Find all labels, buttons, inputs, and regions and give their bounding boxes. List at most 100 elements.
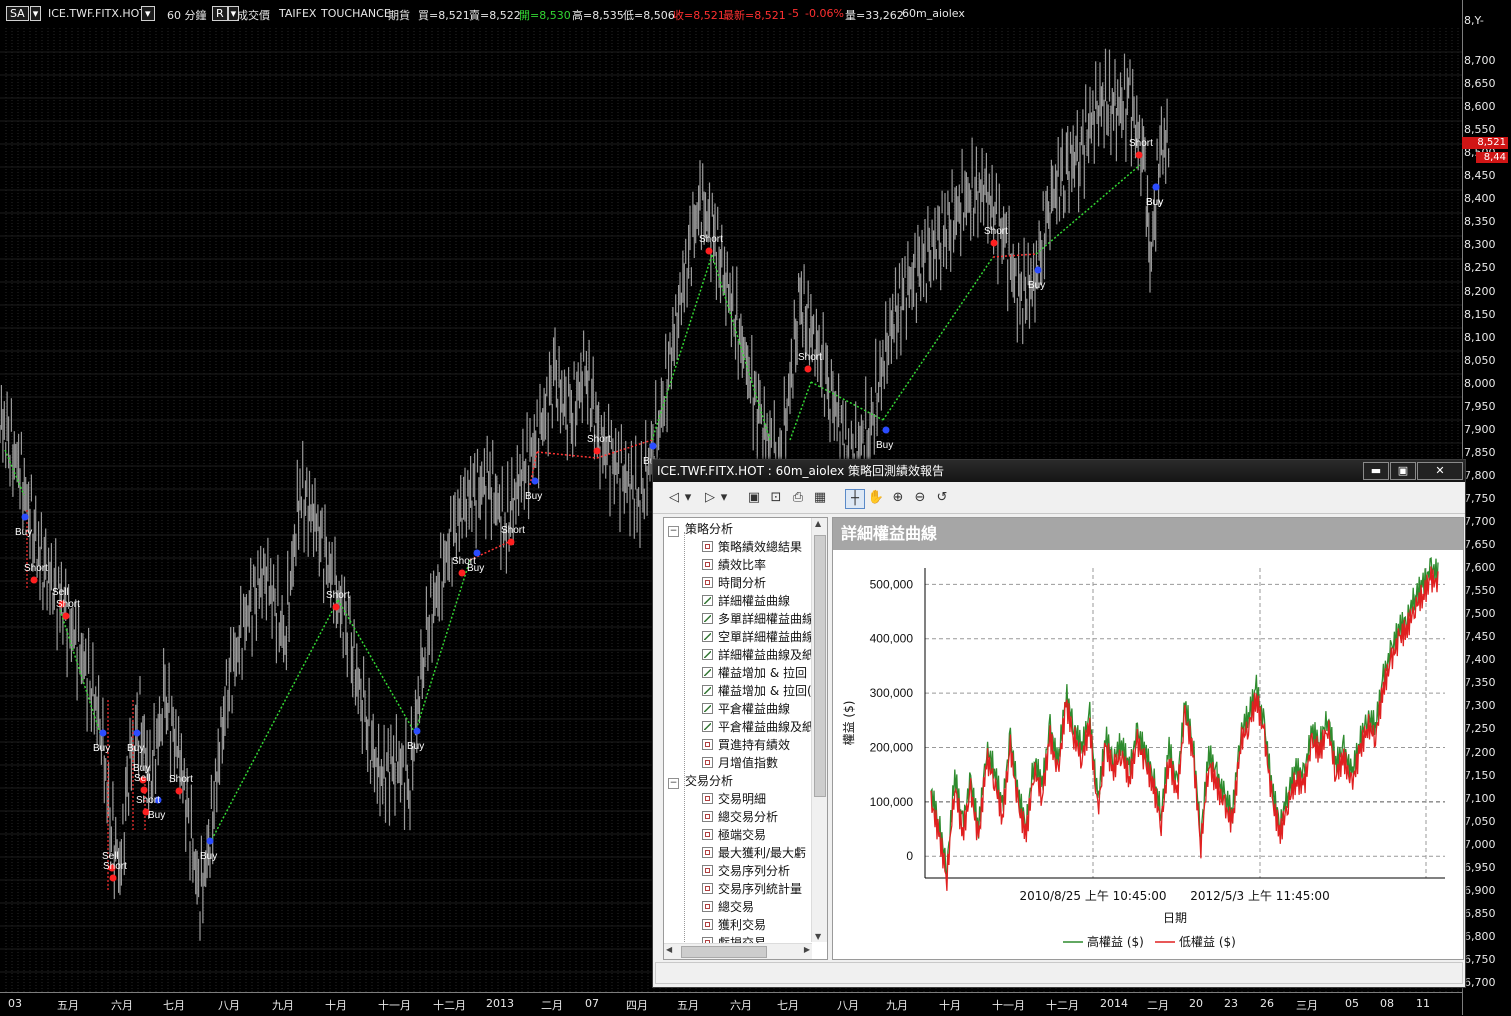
- signal-marker: [649, 442, 657, 450]
- x-tick-label: 七月: [163, 999, 185, 1012]
- y-tick-label: 8,300: [1464, 238, 1496, 252]
- symbol-select[interactable]: SA ▾: [6, 6, 42, 21]
- chevron-down-icon[interactable]: ▾: [719, 489, 729, 507]
- scroll-right-icon[interactable]: ▶: [804, 945, 810, 954]
- x-tick-label: 五月: [677, 999, 699, 1012]
- tree-item-label: 多單詳細權益曲線: [718, 612, 815, 626]
- scroll-left-icon[interactable]: ◀: [666, 945, 672, 954]
- minimize-button[interactable]: ▬: [1363, 462, 1389, 480]
- tree-item[interactable]: 獲利交易: [702, 916, 766, 933]
- tree-group-trades[interactable]: − 交易分析: [668, 772, 733, 789]
- crosshair-icon[interactable]: ┼: [845, 489, 865, 509]
- chart-icon: [702, 595, 713, 606]
- tree-item[interactable]: 詳細權益曲線及紙: [702, 646, 814, 663]
- preview-icon[interactable]: ⊡: [767, 489, 785, 507]
- scroll-up-icon[interactable]: ▲: [815, 519, 821, 528]
- chart-icon: [702, 631, 713, 642]
- save-icon[interactable]: ▣: [745, 489, 763, 507]
- close-button[interactable]: ✕: [1417, 462, 1463, 480]
- table-icon: [702, 793, 713, 804]
- report-tree[interactable]: − 策略分析 策略績效總結果 績效比率 時間分析 詳細權益曲線多單詳細權益曲線空單詳細權益…: [663, 517, 828, 960]
- y-tick-label: 200,000: [870, 740, 914, 754]
- tree-item[interactable]: 策略績效總結果: [702, 538, 802, 555]
- tree-item[interactable]: 權益增加 & 拉回(: [702, 682, 812, 699]
- tree-item[interactable]: 極端交易: [702, 826, 766, 843]
- tree-item[interactable]: 時間分析: [702, 574, 766, 591]
- signal-marker: [531, 477, 539, 485]
- table-icon: [702, 829, 713, 840]
- signal-label-short: Short: [24, 563, 48, 574]
- signal-marker: [458, 569, 466, 577]
- symbol-dropdown[interactable]: ▾: [141, 6, 155, 21]
- y-tick-label: 400,000: [870, 632, 914, 646]
- forward-icon[interactable]: ▷: [701, 489, 719, 507]
- signal-label-buy: Buy: [467, 563, 485, 574]
- y-tick-label: 7,100: [1464, 791, 1496, 805]
- table-icon: [702, 865, 713, 876]
- tree-item[interactable]: 空單詳細權益曲線: [702, 628, 814, 645]
- tree-item[interactable]: 買進持有績效: [702, 736, 790, 753]
- y-tick-label: 8,450: [1464, 169, 1496, 183]
- table-icon: [702, 541, 713, 552]
- tree-item[interactable]: 詳細權益曲線: [702, 592, 790, 609]
- scroll-thumb[interactable]: [814, 535, 826, 797]
- tree-item[interactable]: 權益增加 & 拉回: [702, 664, 807, 681]
- scroll-down-icon[interactable]: ▼: [815, 932, 821, 941]
- tree-item[interactable]: 績效比率: [702, 556, 766, 573]
- y-tick-label: 6,900: [1464, 883, 1496, 897]
- tree-item[interactable]: 多單詳細權益曲線: [702, 610, 814, 627]
- tree-item[interactable]: 平倉權益曲線及紙: [702, 718, 814, 735]
- table-icon: [702, 811, 713, 822]
- ask-value: 賣=8,522: [469, 9, 521, 22]
- chevron-down-icon[interactable]: ▾: [141, 6, 155, 21]
- tree-vertical-scrollbar[interactable]: ▲ ▼: [811, 518, 827, 942]
- signal-label-short: Short: [798, 352, 822, 363]
- tree-item[interactable]: 月增值指數: [702, 754, 778, 771]
- scroll-thumb[interactable]: [681, 946, 767, 958]
- signal-label-sell: Sell: [134, 773, 151, 784]
- tree-item[interactable]: 交易序列統計量: [702, 880, 802, 897]
- backtest-report-window[interactable]: ICE.TWF.FITX.HOT : 60m_aiolex 策略回測績效報告 ▬…: [652, 459, 1466, 988]
- collapse-icon[interactable]: −: [668, 526, 679, 537]
- tree-item[interactable]: 最大獲利/最大虧: [702, 844, 806, 861]
- tree-item[interactable]: 交易明細: [702, 790, 766, 807]
- back-icon[interactable]: ◁: [665, 489, 683, 507]
- print-icon[interactable]: ⎙: [789, 489, 807, 507]
- last-price-tag: 8,521: [1462, 137, 1508, 149]
- tree-item[interactable]: 總交易: [702, 898, 754, 915]
- reset-zoom-icon[interactable]: ↺: [933, 489, 951, 507]
- maximize-button[interactable]: ▣: [1390, 462, 1416, 480]
- x-tick-label: 05: [1345, 997, 1359, 1010]
- y-tick-label: 7,000: [1464, 837, 1496, 851]
- table-icon: [702, 847, 713, 858]
- x-tick-label: 2013: [486, 997, 514, 1010]
- period-label[interactable]: 60 分鐘: [167, 7, 207, 23]
- collapse-icon[interactable]: −: [668, 778, 679, 789]
- y-tick-label: 6,750: [1464, 952, 1496, 966]
- y-tick-label: 8,150: [1464, 307, 1496, 321]
- signal-marker: [206, 837, 214, 845]
- signal-marker: [175, 787, 183, 795]
- chevron-down-icon[interactable]: ▾: [683, 489, 693, 507]
- tree-item[interactable]: 交易序列分析: [702, 862, 790, 879]
- zoom-in-icon[interactable]: ⊕: [889, 489, 907, 507]
- hand-icon[interactable]: ✋: [867, 489, 885, 507]
- signal-label-short: Short: [501, 525, 525, 536]
- y-tick-label: 8,350: [1464, 215, 1496, 229]
- x-tick-label: 九月: [272, 999, 294, 1012]
- window-titlebar[interactable]: ICE.TWF.FITX.HOT : 60m_aiolex 策略回測績效報告 ▬…: [653, 460, 1465, 482]
- zoom-out-icon[interactable]: ⊖: [911, 489, 929, 507]
- x-tick-label: 十二月: [1046, 999, 1079, 1012]
- table-icon: [702, 757, 713, 768]
- tree-item[interactable]: 總交易分析: [702, 808, 778, 825]
- x-tick-label: 六月: [730, 999, 752, 1012]
- equity-chart[interactable]: 500,000 400,000 300,000 200,000 100,000 0 權益 (…: [833, 550, 1461, 957]
- equity-chart-pane[interactable]: 詳細權益曲線 500,000 400,000 300,000 200,000 100,0…: [832, 517, 1464, 960]
- chevron-down-icon[interactable]: ▾: [29, 6, 42, 21]
- r-button[interactable]: R ▾: [212, 6, 240, 21]
- tree-horizontal-scrollbar[interactable]: ◀ ▶: [664, 943, 812, 959]
- table-icon[interactable]: ▦: [811, 489, 829, 507]
- tree-item[interactable]: 平倉權益曲線: [702, 700, 790, 717]
- x-tick-label: 23: [1224, 997, 1238, 1010]
- tree-group-strategy[interactable]: − 策略分析: [668, 520, 733, 537]
